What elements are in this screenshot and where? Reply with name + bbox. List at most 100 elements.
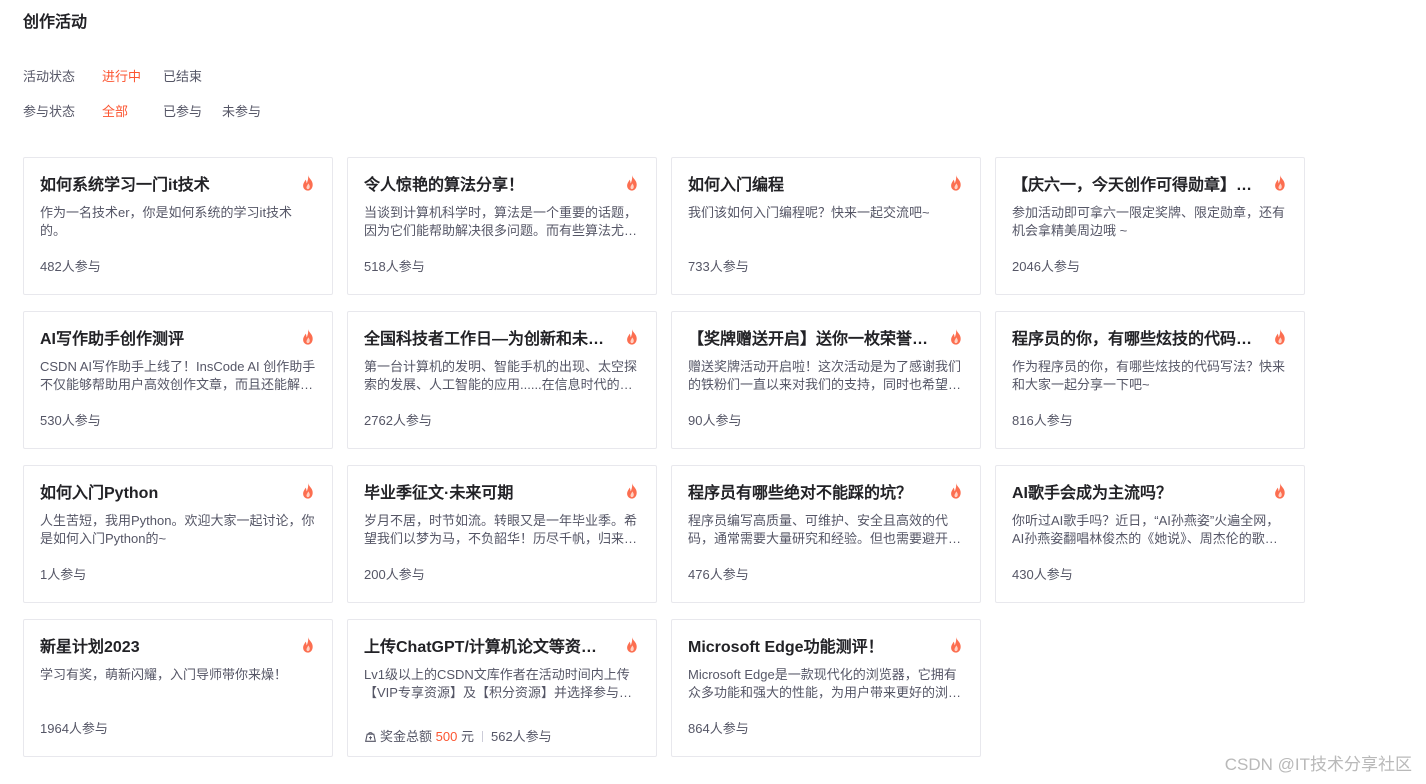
flame-icon [948,328,964,346]
activity-card[interactable]: 【庆六一，今天创作可得勋章】「六一限定勋章」参加活动即可拿六一限定奖牌、限定勋章… [995,157,1305,295]
activity-card-footer: 530人参与 [40,412,101,430]
activity-card-description: 人生苦短，我用Python。欢迎大家一起讨论，你是如何入门Python的~ [40,513,315,546]
participant-count: 476人参与 [688,567,749,582]
activity-card[interactable]: 新星计划2023 学习有奖，萌新闪耀，入门导师带你来燥！ 1964人参与 [23,619,333,757]
activity-card-description: 作为一名技术er，你是如何系统的学习it技术的。 [40,205,293,238]
flame-icon [300,636,316,654]
activity-card-description: 参加活动即可拿六一限定奖牌、限定勋章，还有机会拿精美周边哦 ~ [1012,205,1286,238]
participant-count: 2046人参与 [1012,259,1080,274]
divider [481,731,483,742]
flame-icon [948,636,964,654]
prize-unit: 元 [460,729,474,744]
activity-card-title[interactable]: 【庆六一，今天创作可得勋章】「六一限定勋章」 [1012,175,1258,197]
participant-count: 864人参与 [688,721,749,736]
activity-card-footer: 430人参与 [1012,566,1073,584]
flame-icon [624,482,640,500]
flame-icon [300,328,316,346]
filter-status-ended[interactable]: 已结束 [163,67,202,87]
filter-participation-not-joined[interactable]: 未参与 [222,102,261,122]
activity-card-footer: 1964人参与 [40,720,108,738]
activity-card-title[interactable]: 如何入门编程 [688,175,934,197]
page-title: 创作活动 [23,14,88,31]
filter-participation-all[interactable]: 全部 [102,102,128,122]
activity-card-footer: 482人参与 [40,258,101,276]
activity-card[interactable]: 程序员有哪些绝对不能踩的坑？ 程序员编写高质量、可维护、安全且高效的代码，通常需要… [671,465,981,603]
activity-card[interactable]: 上传ChatGPT/计算机论文等资源，瓜分奖金 Lv1级以上的CSDN文库作者在活… [347,619,657,757]
activity-card-title[interactable]: 如何入门Python [40,483,286,505]
activity-card[interactable]: Microsoft Edge功能测评！ Microsoft Edge是一款现代化的… [671,619,981,757]
participant-count: 90人参与 [688,413,742,428]
activity-card-title[interactable]: 【奖牌赠送开启】送你一枚荣誉奖牌 [688,329,934,351]
activity-card-footer: 476人参与 [688,566,749,584]
activity-card-footer: 816人参与 [1012,412,1073,430]
participant-count: 482人参与 [40,259,101,274]
flame-icon [1272,174,1288,192]
flame-icon [948,174,964,192]
activity-card-title[interactable]: 程序员的你，有哪些炫技的代码写法？ [1012,329,1258,351]
activity-card[interactable]: 如何入门Python 人生苦短，我用Python。欢迎大家一起讨论，你是如何入门P… [23,465,333,603]
participant-count: 733人参与 [688,259,749,274]
participant-count: 2762人参与 [364,413,432,428]
activity-card-title[interactable]: 如何系统学习一门it技术 [40,175,286,197]
activity-card-title[interactable]: 全国科技者工作日—为创新和未来而写 [364,329,610,351]
activity-card[interactable]: 【奖牌赠送开启】送你一枚荣誉奖牌赠送奖牌活动开启啦！这次活动是为了感谢我们的铁粉… [671,311,981,449]
filter-participation-label: 参与状态 [23,104,76,119]
activity-card-title[interactable]: 令人惊艳的算法分享！ [364,175,610,197]
activity-card-footer: 518人参与 [364,258,425,276]
activity-card[interactable]: 毕业季征文·未来可期岁月不居，时节如流。转眼又是一年毕业季。希望我们以梦为马，不… [347,465,657,603]
activity-card-grid: 如何系统学习一门it技术作为一名技术er，你是如何系统的学习it技术的。 482人… [23,157,1305,757]
activity-card-description: 赠送奖牌活动开启啦！这次活动是为了感谢我们的铁粉们一直以来对我们的支持，同时也希… [688,359,962,392]
filter-participation-joined[interactable]: 已参与 [163,102,202,122]
participant-count: 816人参与 [1012,413,1073,428]
activity-card-title[interactable]: 毕业季征文·未来可期 [364,483,610,505]
activity-card-title[interactable]: Microsoft Edge功能测评！ [688,637,934,659]
participant-count: 200人参与 [364,567,425,582]
activity-card-description: 当谈到计算机科学时，算法是一个重要的话题，因为它们能帮助解决很多问题。而有些算法… [364,205,638,238]
activity-card-footer: 1人参与 [40,566,86,584]
activity-card-description: Lv1级以上的CSDN文库作者在活动时间内上传【VIP专享资源】及【积分资源】并… [364,667,632,700]
participant-count: 530人参与 [40,413,101,428]
activity-card[interactable]: 令人惊艳的算法分享！ 当谈到计算机科学时，算法是一个重要的话题，因为它们能帮助解决… [347,157,657,295]
activity-card-description: 第一台计算机的发明、智能手机的出现、太空探索的发展、人工智能的应用......在… [364,359,638,392]
activity-card-description: 岁月不居，时节如流。转眼又是一年毕业季。希望我们以梦为马，不负韶华！历尽千帆，归… [364,513,638,546]
activity-card-footer: 2762人参与 [364,412,432,430]
activity-card-footer: 2046人参与 [1012,258,1080,276]
activity-card-footer: 200人参与 [364,566,425,584]
participant-count: 1964人参与 [40,721,108,736]
activity-card-title[interactable]: 上传ChatGPT/计算机论文等资源，瓜分奖金 [364,637,610,659]
activity-card-description: CSDN AI写作助手上线了！InsCode AI 创作助手不仅能够帮助用户高效… [40,359,316,392]
activity-card[interactable]: 全国科技者工作日—为创新和未来而写第一台计算机的发明、智能手机的出现、太空探索的… [347,311,657,449]
flame-icon [948,482,964,500]
activity-card-footer: 奖金总额 500 元 562人参与 [364,728,552,746]
activity-card-footer: 90人参与 [688,412,741,430]
activity-card[interactable]: 如何系统学习一门it技术作为一名技术er，你是如何系统的学习it技术的。 482人… [23,157,333,295]
activity-card-description: 你听过AI歌手吗？近日，“AI孙燕姿”火遍全网，AI孙燕姿翻唱林俊杰的《她说》、… [1012,513,1280,546]
activity-card[interactable]: 如何入门编程我们该如何入门编程呢？快来一起交流吧~ 733人参与 [671,157,981,295]
flame-icon [624,328,640,346]
activity-card[interactable]: AI歌手会成为主流吗？ 你听过AI歌手吗？近日，“AI孙燕姿”火遍全网，AI孙燕姿… [995,465,1305,603]
activity-card[interactable]: 程序员的你，有哪些炫技的代码写法？ 作为程序员的你，有哪些炫技的代码写法？快来和大… [995,311,1305,449]
activity-card-description: 作为程序员的你，有哪些炫技的代码写法？快来和大家一起分享一下吧~ [1012,359,1286,392]
participant-count: 518人参与 [364,259,425,274]
flame-icon [300,482,316,500]
watermark: CSDN @IT技术分享社区 [1224,755,1412,774]
activity-card[interactable]: AI写作助手创作测评 CSDN AI写作助手上线了！InsCode AI 创作助手… [23,311,333,449]
activity-card-footer: 733人参与 [688,258,749,276]
activity-card-description: 程序员编写高质量、可维护、安全且高效的代码，通常需要大量研究和经验。但也需要避开… [688,513,962,546]
participant-count: 1人参与 [40,567,87,582]
activity-card-title[interactable]: AI歌手会成为主流吗？ [1012,483,1258,505]
flame-icon [624,174,640,192]
activity-card-footer: 864人参与 [688,720,749,738]
participant-count: 562人参与 [490,729,552,744]
activity-card-title[interactable]: 新星计划2023 [40,637,286,659]
prize-bag-icon [364,730,377,743]
activity-card-description: Microsoft Edge是一款现代化的浏览器，它拥有众多功能和强大的性能，为… [688,667,962,700]
activity-card-description: 我们该如何入门编程呢？快来一起交流吧~ [688,205,930,220]
activity-card-title[interactable]: 程序员有哪些绝对不能踩的坑？ [688,483,934,505]
filter-status-ongoing[interactable]: 进行中 [102,67,141,87]
prize-label: 奖金总额 [380,729,433,744]
activity-card-title[interactable]: AI写作助手创作测评 [40,329,286,351]
flame-icon [1272,328,1288,346]
activity-card-description: 学习有奖，萌新闪耀，入门导师带你来燥！ [40,667,288,682]
flame-icon [300,174,316,192]
